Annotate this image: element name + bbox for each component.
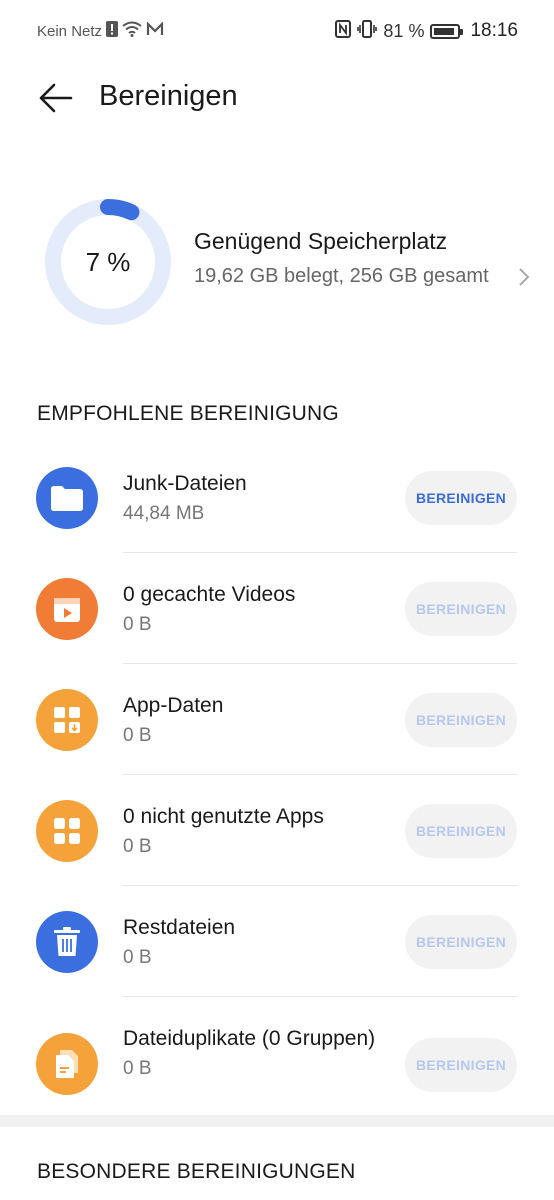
storage-summary: 7 % Genügend Speicherplatz 19,62 GB bele… — [0, 194, 554, 334]
folder-icon — [36, 467, 98, 529]
clean-button[interactable]: BEREINIGEN — [405, 471, 517, 525]
cleanup-item-name: Restdateien — [123, 916, 236, 939]
chevron-right-icon — [519, 267, 530, 286]
cleanup-item-size: 0 B — [123, 836, 152, 857]
cleanup-item-name: Dateiduplikate (0 Gruppen) — [123, 1027, 376, 1050]
vibrate-icon — [357, 19, 378, 43]
cleanup-item-size: 0 B — [123, 947, 152, 968]
page-title: Bereinigen — [99, 80, 238, 112]
cleanup-row-texts: Dateiduplikate (0 Gruppen) 0 B — [123, 1025, 393, 1080]
clean-button[interactable]: BEREINIGEN — [405, 915, 517, 969]
cleanup-row[interactable]: App-Daten 0 B BEREINIGEN — [0, 664, 554, 775]
cleanup-item-name: App-Daten — [123, 694, 224, 717]
recommended-list: Junk-Dateien 44,84 MB BEREINIGEN 0 gecac… — [0, 442, 554, 1137]
alert-icon — [106, 21, 119, 41]
clean-button[interactable]: BEREINIGEN — [405, 1038, 517, 1092]
storage-usage-text: 19,62 GB belegt, 256 GB gesamt — [194, 265, 489, 287]
status-right: 81 % 18:16 — [335, 19, 518, 43]
clean-button[interactable]: BEREINIGEN — [405, 582, 517, 636]
cleanup-row[interactable]: 0 gecachte Videos 0 B BEREINIGEN — [0, 553, 554, 664]
cleanup-item-size: 44,84 MB — [123, 503, 205, 524]
cleanup-row[interactable]: Junk-Dateien 44,84 MB BEREINIGEN — [0, 442, 554, 553]
storage-status-title: Genügend Speicherplatz — [194, 228, 448, 254]
cleanup-row-texts: Junk-Dateien 44,84 MB — [123, 470, 393, 525]
cleanup-item-size: 0 B — [123, 1058, 152, 1079]
section-divider-band — [0, 1115, 554, 1127]
battery-percent: 81 % — [383, 20, 425, 41]
recommended-section-header: EMPFOHLENE BEREINIGUNG — [37, 402, 339, 425]
cleanup-row-texts: App-Daten 0 B — [123, 692, 393, 747]
app-data-icon — [36, 689, 98, 751]
cleanup-item-name: Junk-Dateien — [123, 472, 247, 495]
status-left: Kein Netz — [37, 21, 164, 41]
clean-button[interactable]: BEREINIGEN — [405, 693, 517, 747]
cleanup-item-name: 0 nicht genutzte Apps — [123, 805, 324, 828]
cleanup-row-texts: 0 nicht genutzte Apps 0 B — [123, 803, 393, 858]
cleanup-row-texts: 0 gecachte Videos 0 B — [123, 581, 393, 636]
mail-icon — [146, 21, 164, 40]
nfc-icon — [335, 19, 352, 43]
video-icon — [36, 578, 98, 640]
cleanup-row[interactable]: 0 nicht genutzte Apps 0 B BEREINIGEN — [0, 775, 554, 886]
clean-button[interactable]: BEREINIGEN — [405, 804, 517, 858]
cleanup-row-texts: Restdateien 0 B — [123, 914, 393, 969]
back-arrow-icon — [39, 83, 73, 113]
cleanup-item-name: 0 gecachte Videos — [123, 583, 296, 606]
apps-grid-icon — [36, 800, 98, 862]
back-button[interactable] — [36, 78, 76, 118]
carrier-label: Kein Netz — [37, 22, 103, 40]
cleanup-row[interactable]: Restdateien 0 B BEREINIGEN — [0, 886, 554, 997]
special-section-header: BESONDERE BEREINIGUNGEN — [37, 1160, 356, 1183]
storage-details-link[interactable]: Genügend Speicherplatz 19,62 GB belegt, … — [194, 228, 530, 288]
clock: 18:16 — [470, 20, 518, 41]
cleanup-item-size: 0 B — [123, 725, 152, 746]
app-bar: Bereinigen — [0, 62, 554, 132]
trash-icon — [36, 911, 98, 973]
battery-icon — [430, 23, 464, 39]
cleanup-item-size: 0 B — [123, 614, 152, 635]
wifi-icon — [122, 21, 142, 41]
status-bar: Kein Netz 81 % 18:16 — [0, 0, 554, 62]
duplicate-files-icon — [36, 1033, 98, 1095]
storage-percent: 7 % — [85, 246, 131, 277]
